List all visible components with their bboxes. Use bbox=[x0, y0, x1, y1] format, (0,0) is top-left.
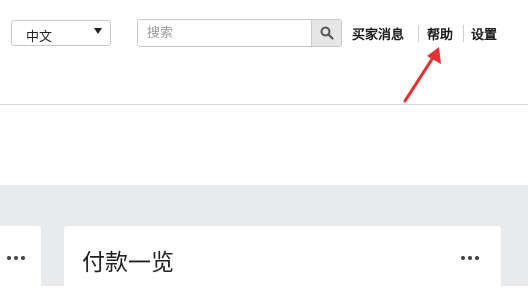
caret-down-icon bbox=[94, 28, 102, 34]
link-divider bbox=[418, 25, 419, 42]
more-options-icon[interactable] bbox=[461, 253, 485, 263]
search-input[interactable] bbox=[138, 20, 312, 46]
search-icon bbox=[320, 26, 334, 40]
card-title: 付款一览 bbox=[82, 250, 174, 276]
language-select[interactable]: 中文 bbox=[11, 20, 111, 46]
help-link[interactable]: 帮助 bbox=[427, 24, 453, 43]
more-options-icon[interactable] bbox=[7, 253, 31, 263]
link-divider bbox=[463, 25, 464, 42]
search-box bbox=[137, 19, 342, 47]
settings-link[interactable]: 设置 bbox=[471, 24, 497, 43]
language-select-value: 中文 bbox=[26, 30, 53, 45]
search-button[interactable] bbox=[311, 20, 341, 46]
top-bar: 中文 买家消息 帮助 设置 bbox=[0, 0, 528, 104]
blank-area bbox=[0, 105, 528, 185]
buyer-messages-link[interactable]: 买家消息 bbox=[352, 24, 404, 43]
annotation-arrow-icon bbox=[403, 47, 441, 103]
